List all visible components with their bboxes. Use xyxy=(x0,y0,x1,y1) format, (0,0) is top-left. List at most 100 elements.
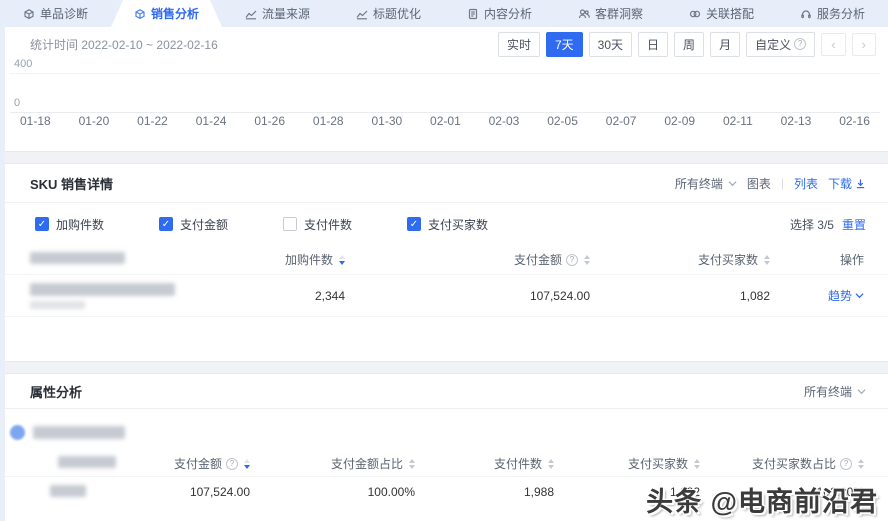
chevron-down-icon xyxy=(728,180,737,186)
download-icon xyxy=(856,178,865,188)
metric-pay-items-checkbox[interactable]: 支付件数 xyxy=(283,216,359,233)
trend-line-chart: 400 0 01-18 01-20 01-22 01-24 01-26 01-2… xyxy=(0,57,888,151)
x-tick: 02-05 xyxy=(547,114,578,128)
metric-add-cart-checkbox[interactable]: 加购件数 xyxy=(35,216,111,233)
link-icon xyxy=(689,10,701,17)
top-tab-bar: 单品诊断 销售分析 流量来源 标题优化 内容分析 客群洞察 关联搭配 服务分析 xyxy=(0,0,888,27)
terminal-filter-dropdown[interactable]: 所有终端 xyxy=(804,383,866,400)
tab-sales-analysis[interactable]: 销售分析 xyxy=(111,0,222,27)
range-day-button[interactable]: 日 xyxy=(638,31,669,57)
tab-service-analysis[interactable]: 服务分析 xyxy=(777,0,888,27)
attr-header-pay-buyers-ratio[interactable]: 支付买家数占比 xyxy=(752,455,864,472)
sku-header-pay-amount[interactable]: 支付金额 xyxy=(514,251,590,268)
x-tick: 01-22 xyxy=(137,114,168,128)
sort-icon[interactable] xyxy=(858,458,864,469)
section-divider xyxy=(0,361,888,374)
x-tick: 01-28 xyxy=(312,114,344,128)
view-chart-toggle[interactable]: 图表 xyxy=(747,175,771,192)
headset-icon xyxy=(801,9,811,18)
watermark: 头条 @电商前沿君 xyxy=(646,487,878,517)
info-icon[interactable] xyxy=(226,457,238,470)
attr-table-header: 支付金额 支付金额占比 支付件数 支付买家数 支付买家数占比 xyxy=(0,451,888,477)
metric-pay-amount-checkbox[interactable]: 支付金额 xyxy=(159,216,235,233)
gridline-400 xyxy=(10,73,880,74)
x-tick: 02-11 xyxy=(722,114,753,128)
checkbox-icon xyxy=(159,217,173,231)
product-box-icon xyxy=(24,8,34,19)
tab-title-optimize[interactable]: 标题优化 xyxy=(333,0,444,27)
range-month-button[interactable]: 月 xyxy=(710,31,741,57)
attr-header-pay-amount-ratio[interactable]: 支付金额占比 xyxy=(331,455,415,472)
range-realtime-button[interactable]: 实时 xyxy=(497,31,540,57)
blurred-attr-value xyxy=(50,484,86,497)
y-axis-tick-0: 0 xyxy=(14,97,21,109)
chevron-down-icon xyxy=(857,388,866,394)
x-tick: 01-24 xyxy=(195,114,227,128)
checkbox-icon xyxy=(35,217,49,231)
attr-header-pay-amount[interactable]: 支付金额 xyxy=(174,455,250,472)
sku-section-header: SKU 销售详情 所有终端 图表 | 列表 下载 xyxy=(0,164,888,203)
sort-icon[interactable] xyxy=(764,254,770,265)
sku-cell-pay-buyers: 1,082 xyxy=(739,288,770,303)
tab-related-match[interactable]: 关联搭配 xyxy=(666,0,777,27)
tab-product-diagnosis[interactable]: 单品诊断 xyxy=(0,0,111,27)
tab-traffic-source[interactable]: 流量来源 xyxy=(222,0,333,27)
date-range-group: 实时 7天 30天 日 周 月 自定义 ‹ › xyxy=(497,31,876,57)
sort-desc-icon[interactable] xyxy=(339,254,345,265)
tab-audience-insight[interactable]: 客群洞察 xyxy=(555,0,666,27)
view-list-toggle[interactable]: 列表 xyxy=(794,175,818,192)
range-custom-button[interactable]: 自定义 xyxy=(746,31,816,57)
x-tick: 02-13 xyxy=(780,114,812,128)
attr-cell-pay-items: 1,988 xyxy=(523,485,554,499)
x-tick: 01-30 xyxy=(371,114,403,128)
x-tick: 02-09 xyxy=(664,114,696,128)
page-left-edge xyxy=(0,27,5,521)
stat-toolbar: 统计时间 2022-02-10 ~ 2022-02-16 实时 7天 30天 日… xyxy=(0,27,888,57)
sort-icon[interactable] xyxy=(409,458,415,469)
range-week-button[interactable]: 周 xyxy=(674,31,705,57)
sku-header-add-cart[interactable]: 加购件数 xyxy=(285,251,345,268)
sku-header-pay-buyers[interactable]: 支付买家数 xyxy=(698,251,770,268)
attr-header-pay-items[interactable]: 支付件数 xyxy=(494,455,554,472)
blurred-sku-name xyxy=(30,282,175,296)
sort-icon[interactable] xyxy=(584,254,590,265)
x-tick: 01-18 xyxy=(20,114,51,128)
reset-button[interactable]: 重置 xyxy=(842,216,866,233)
next-period-button[interactable]: › xyxy=(851,32,876,56)
checkbox-icon xyxy=(407,217,421,231)
x-tick: 02-16 xyxy=(839,114,870,128)
sku-cell-add-cart: 2,344 xyxy=(314,288,345,303)
people-icon xyxy=(578,8,590,18)
prev-period-button[interactable]: ‹ xyxy=(821,32,846,56)
tab-label: 销售分析 xyxy=(150,7,199,21)
tab-label: 服务分析 xyxy=(816,7,865,21)
x-tick: 02-01 xyxy=(430,114,461,128)
y-axis-tick-400: 400 xyxy=(14,58,33,70)
attribute-tab-pill[interactable] xyxy=(10,419,888,445)
blurred-sku-subtext xyxy=(30,300,85,309)
blurred-attribute-icon xyxy=(10,424,25,440)
sort-icon[interactable] xyxy=(694,458,700,469)
info-icon[interactable] xyxy=(840,457,852,470)
sales-box-icon xyxy=(134,8,146,20)
terminal-filter-dropdown[interactable]: 所有终端 xyxy=(675,175,737,192)
metric-pay-buyers-checkbox[interactable]: 支付买家数 xyxy=(407,216,488,233)
x-tick: 01-20 xyxy=(78,114,110,128)
info-icon[interactable] xyxy=(566,253,578,266)
download-button[interactable]: 下载 xyxy=(828,175,866,192)
range-30d-button[interactable]: 30天 xyxy=(588,31,633,57)
sku-section-title: SKU 销售详情 xyxy=(30,176,114,192)
tab-label: 关联搭配 xyxy=(705,7,754,21)
x-axis-line xyxy=(10,112,880,113)
x-tick: 02-03 xyxy=(488,114,520,128)
sku-header-action: 操作 xyxy=(839,253,864,267)
tab-label: 标题优化 xyxy=(372,7,421,21)
tab-content-analysis[interactable]: 内容分析 xyxy=(444,0,555,27)
range-7d-button[interactable]: 7天 xyxy=(545,31,583,57)
sort-icon[interactable] xyxy=(548,458,554,469)
metric-checkbox-row: 加购件数 支付金额 支付件数 支付买家数 选择 3/5 重置 xyxy=(0,203,888,245)
view-toggle-divider: | xyxy=(780,176,784,190)
attr-header-pay-buyers[interactable]: 支付买家数 xyxy=(628,455,700,472)
sort-desc-icon[interactable] xyxy=(244,458,250,469)
trend-link[interactable]: 趋势 xyxy=(828,287,864,304)
